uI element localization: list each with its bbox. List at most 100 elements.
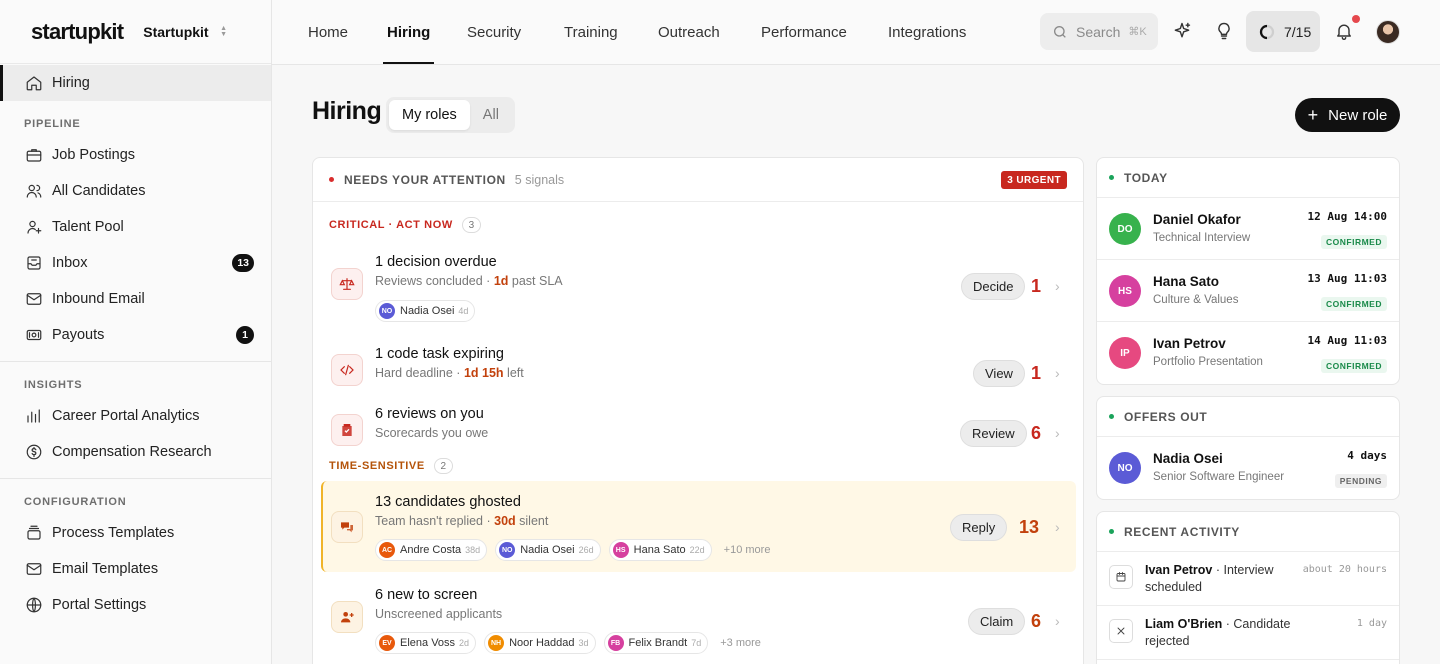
claim-button[interactable]: Claim bbox=[968, 608, 1026, 635]
sidebar-section-pipeline: PIPELINE bbox=[24, 118, 81, 130]
sidebar-item-career-portal-analytics[interactable]: Career Portal Analytics bbox=[0, 398, 271, 434]
avatar: HS bbox=[612, 542, 629, 558]
candidate-chip[interactable]: NO Nadia Osei 26d bbox=[495, 539, 601, 561]
sidebar-item-hiring[interactable]: Hiring bbox=[0, 65, 271, 101]
tab-home[interactable]: Home bbox=[308, 0, 348, 64]
person-row[interactable]: IP Ivan Petrov Portfolio Presentation 14 Au… bbox=[1097, 322, 1399, 384]
row-title: 6 reviews on you bbox=[375, 406, 484, 422]
reply-button[interactable]: Reply bbox=[950, 514, 1008, 541]
sidebar-item-email-templates[interactable]: Email Templates bbox=[0, 551, 271, 587]
avatar: NH bbox=[488, 635, 505, 651]
tab-security[interactable]: Security bbox=[467, 0, 521, 64]
row-subtitle: Unscreened applicants bbox=[375, 607, 503, 621]
progress-value: 7/15 bbox=[1284, 23, 1312, 40]
sidebar-item-process-templates[interactable]: Process Templates bbox=[0, 515, 271, 551]
logo[interactable]: startupkit bbox=[31, 19, 124, 45]
sidebar-divider bbox=[0, 478, 271, 479]
avatar: AC bbox=[379, 542, 395, 558]
sidebar-item-payouts[interactable]: Payouts 1 bbox=[0, 317, 271, 353]
notification-dot bbox=[1352, 15, 1360, 23]
sidebar-item-all-candidates[interactable]: All Candidates bbox=[0, 173, 271, 209]
row-subtitle: Team hasn't replied · 30d silent bbox=[375, 514, 549, 528]
activity-row[interactable]: Liam O'Brien · Candidate rejected 1 day bbox=[1097, 606, 1399, 660]
review-button[interactable]: Review bbox=[960, 420, 1027, 447]
sidebar-item-label: Email Templates bbox=[52, 561, 159, 577]
tab-outreach[interactable]: Outreach bbox=[658, 0, 720, 64]
tab-performance[interactable]: Performance bbox=[761, 0, 847, 64]
globe-icon bbox=[24, 595, 44, 615]
chevron-right-icon[interactable]: › bbox=[1055, 365, 1060, 381]
lightbulb-icon[interactable] bbox=[1209, 16, 1239, 46]
roles-segmented-control: My roles All bbox=[386, 97, 515, 133]
new-role-button[interactable]: + New role bbox=[1295, 98, 1400, 132]
status-badge: CONFIRMED bbox=[1321, 235, 1387, 249]
sidebar-item-talent-pool[interactable]: Talent Pool bbox=[0, 209, 271, 245]
sidebar-sections: PIPELINE Job Postings All Candidates Talent… bbox=[0, 111, 271, 623]
urgent-badge: 3 URGENT bbox=[1001, 171, 1067, 189]
row-count: 13 bbox=[1019, 517, 1040, 537]
workspace-switcher[interactable]: Startupkit bbox=[143, 24, 208, 40]
sidebar-item-label: Process Templates bbox=[52, 525, 175, 541]
user-avatar[interactable] bbox=[1376, 20, 1400, 44]
chip-name: Noor Haddad bbox=[509, 637, 575, 649]
attention-row[interactable]: 1 decision overdue Reviews concluded · 1d… bbox=[313, 248, 1083, 324]
person-row[interactable]: NO Nadia Osei Senior Software Engineer 4 da… bbox=[1097, 437, 1399, 499]
avatar: HS bbox=[1109, 275, 1141, 307]
tab-integrations[interactable]: Integrations bbox=[888, 0, 966, 64]
candidate-chip[interactable]: HS Hana Sato 22d bbox=[608, 539, 712, 561]
chip-age: 2d bbox=[459, 638, 470, 648]
candidate-chip[interactable]: NO Nadia Osei 4d bbox=[375, 300, 476, 322]
candidate-chip[interactable]: EV Elena Voss 2d bbox=[375, 632, 477, 654]
chip-age: 7d bbox=[691, 638, 702, 648]
attention-header: NEEDS YOUR ATTENTION 5 signals 3 URGENT bbox=[313, 158, 1083, 202]
count-badge: 13 bbox=[232, 254, 254, 272]
row-title: 1 code task expiring bbox=[375, 346, 504, 362]
candidate-chip[interactable]: AC Andre Costa 38d bbox=[375, 539, 488, 561]
search-icon bbox=[1054, 25, 1066, 38]
candidate-chip[interactable]: FB Felix Brandt 7d bbox=[603, 632, 709, 654]
more-link[interactable]: +10 more bbox=[724, 544, 771, 556]
chat-icon bbox=[331, 511, 363, 543]
activity-text: Liam O'Brien · Candidate rejected bbox=[1145, 617, 1291, 648]
person-row[interactable]: DO Daniel Okafor Technical Interview 12 Aug… bbox=[1097, 198, 1399, 260]
search-box[interactable]: Search ⌘K bbox=[1040, 13, 1158, 50]
candidate-chip[interactable]: NH Noor Haddad 3d bbox=[484, 632, 596, 654]
chevron-right-icon[interactable]: › bbox=[1055, 613, 1060, 629]
attention-signals: 5 signals bbox=[514, 172, 565, 187]
sidebar-item-inbox[interactable]: Inbox 13 bbox=[0, 245, 271, 281]
avatar: DO bbox=[1109, 213, 1141, 245]
attention-row[interactable]: 6 reviews on you Scorecards you owe Review… bbox=[313, 400, 1083, 450]
sidebar: startupkit Startupkit ▲ ▼ Hiring PIPELINE… bbox=[0, 0, 272, 664]
chevron-right-icon[interactable]: › bbox=[1055, 519, 1060, 535]
group-time-sensitive-label: TIME-SENSITIVE bbox=[329, 460, 425, 472]
chevron-up-down-icon[interactable]: ▲ ▼ bbox=[219, 25, 229, 39]
stack-icon bbox=[24, 523, 44, 543]
attention-row[interactable]: 13 candidates ghosted Team hasn't replied… bbox=[321, 481, 1076, 572]
group-time-sensitive-count: 2 bbox=[433, 458, 453, 474]
seg-my-roles[interactable]: My roles bbox=[389, 100, 470, 130]
sidebar-item-label: Hiring bbox=[52, 75, 90, 91]
tab-training[interactable]: Training bbox=[564, 0, 618, 64]
decide-button[interactable]: Decide bbox=[961, 273, 1026, 300]
view-button[interactable]: View bbox=[973, 360, 1025, 387]
mail-icon bbox=[24, 559, 44, 579]
sparkle-icon[interactable] bbox=[1167, 16, 1197, 46]
seg-all[interactable]: All bbox=[470, 100, 512, 130]
sidebar-item-inbound-email[interactable]: Inbound Email bbox=[0, 281, 271, 317]
status-badge: CONFIRMED bbox=[1321, 359, 1387, 373]
activity-row[interactable]: Ivan Petrov · Interview scheduled about 2… bbox=[1097, 552, 1399, 606]
attention-row[interactable]: 1 code task expiring Hard deadline · 1d 1… bbox=[313, 340, 1083, 390]
sidebar-item-compensation-research[interactable]: Compensation Research bbox=[0, 434, 271, 470]
more-link[interactable]: +3 more bbox=[720, 637, 761, 649]
person-row[interactable]: HS Hana Sato Culture & Values 13 Aug 11:03 C… bbox=[1097, 260, 1399, 322]
sidebar-item-portal-settings[interactable]: Portal Settings bbox=[0, 587, 271, 623]
tab-hiring[interactable]: Hiring bbox=[382, 0, 435, 64]
chevron-right-icon[interactable]: › bbox=[1055, 425, 1060, 441]
person-name: Ivan Petrov bbox=[1153, 336, 1226, 351]
row-title: 1 decision overdue bbox=[375, 254, 497, 270]
sidebar-item-job-postings[interactable]: Job Postings bbox=[0, 137, 271, 173]
onboarding-progress[interactable]: 7/15 bbox=[1246, 11, 1320, 52]
chevron-right-icon[interactable]: › bbox=[1055, 278, 1060, 294]
attention-row[interactable]: 6 new to screen Unscreened applicants Clai… bbox=[313, 583, 1083, 663]
row-count: 1 bbox=[1031, 276, 1042, 296]
